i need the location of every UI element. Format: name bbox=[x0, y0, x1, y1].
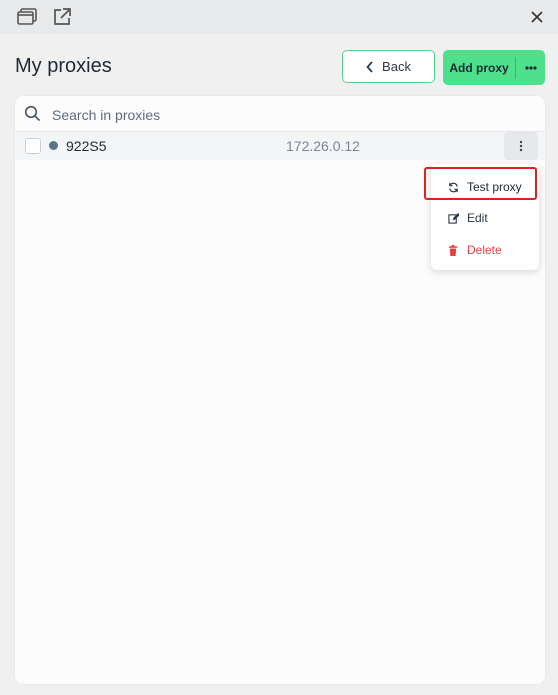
back-button[interactable]: Back bbox=[342, 50, 435, 83]
trash-icon bbox=[448, 245, 458, 256]
window-icon[interactable] bbox=[15, 5, 39, 29]
window-titlebar bbox=[0, 0, 558, 34]
search-bar bbox=[15, 96, 545, 132]
row-menu-button[interactable] bbox=[504, 132, 538, 160]
menu-item-delete[interactable]: Delete bbox=[431, 235, 539, 265]
menu-item-label: Delete bbox=[467, 243, 502, 257]
more-vertical-icon bbox=[519, 140, 523, 152]
page-title: My proxies bbox=[15, 55, 112, 77]
add-proxy-group: Add proxy bbox=[443, 50, 545, 85]
back-button-label: Back bbox=[382, 59, 411, 74]
row-checkbox[interactable] bbox=[25, 138, 41, 154]
proxy-name: 922S5 bbox=[66, 138, 107, 154]
add-proxy-button[interactable]: Add proxy bbox=[443, 50, 515, 85]
more-options-button[interactable] bbox=[516, 50, 545, 85]
search-icon bbox=[24, 105, 41, 122]
menu-item-label: Edit bbox=[467, 211, 488, 225]
button-divider bbox=[515, 56, 516, 79]
close-icon[interactable] bbox=[525, 5, 549, 29]
proxy-ip: 172.26.0.12 bbox=[286, 138, 360, 154]
menu-item-edit[interactable]: Edit bbox=[431, 203, 539, 233]
popout-icon[interactable] bbox=[50, 5, 74, 29]
table-row[interactable]: 922S5 172.26.0.12 bbox=[15, 132, 545, 160]
chevron-left-icon bbox=[366, 60, 373, 73]
edit-icon bbox=[448, 213, 459, 224]
highlight-box bbox=[424, 167, 537, 200]
status-dot bbox=[49, 141, 58, 150]
more-horizontal-icon bbox=[524, 65, 537, 70]
search-input[interactable] bbox=[50, 103, 524, 127]
